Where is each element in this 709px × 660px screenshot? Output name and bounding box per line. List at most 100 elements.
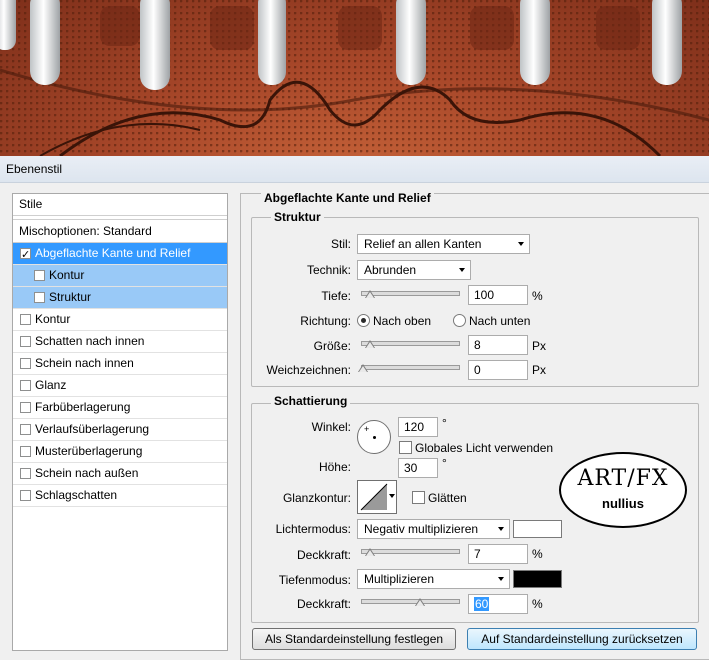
richtung-up-label: Nach oben [373, 314, 432, 328]
weich-label: Weichzeichnen: [266, 363, 352, 377]
style-checkbox[interactable] [34, 292, 45, 303]
tiefe-label: Tiefe: [321, 289, 351, 303]
checkmark-icon: ✓ [21, 249, 31, 261]
style-item[interactable]: ✓ Abgeflachte Kante und Relief [13, 243, 227, 265]
style-checkbox[interactable] [20, 424, 31, 435]
artifex-logo: ART/FX nullius [559, 452, 687, 528]
style-item[interactable]: Schein nach innen [13, 353, 227, 375]
winkel-input[interactable]: 120 [398, 417, 438, 437]
logo-text: ART/FX [577, 466, 669, 491]
angle-dial[interactable]: + [357, 420, 391, 454]
lichtermodus-label: Lichtermodus: [275, 522, 351, 536]
style-item[interactable]: Verlaufsüberlagerung [13, 419, 227, 441]
style-item[interactable]: Struktur [13, 287, 227, 309]
weich-slider[interactable] [358, 364, 460, 372]
struktur-title: Struktur [271, 210, 324, 224]
style-item[interactable]: Glanz [13, 375, 227, 397]
style-item[interactable]: Farbüberlagerung [13, 397, 227, 419]
highlight-color-swatch[interactable] [513, 520, 562, 538]
slider-thumb[interactable] [365, 290, 375, 298]
richtung-down-radio[interactable] [453, 314, 466, 327]
blending-options-item[interactable]: Mischoptionen: Standard [13, 219, 227, 243]
groesse-slider[interactable] [361, 340, 460, 348]
stil-select[interactable]: Relief an allen Kanten [357, 234, 530, 254]
style-item[interactable]: Kontur [13, 309, 227, 331]
style-item-label: Schein nach innen [35, 356, 134, 370]
winkel-label: Winkel: [311, 420, 351, 434]
lichtermodus-select[interactable]: Negativ multiplizieren [357, 519, 510, 539]
style-checkbox[interactable] [34, 270, 45, 281]
style-checkbox[interactable] [20, 380, 31, 391]
global-light-checkbox[interactable] [399, 441, 412, 454]
deckkraft2-value: 60 [474, 597, 490, 611]
deckkraft2-label: Deckkraft: [296, 597, 351, 611]
gloss-contour-picker[interactable] [357, 480, 397, 514]
styles-list: ✓ Abgeflachte Kante und Relief Kontur Struk… [13, 243, 227, 507]
deckkraft1-input[interactable]: 7 [468, 544, 528, 564]
richtung-label: Richtung: [300, 314, 351, 328]
style-item-label: Verlaufsüberlagerung [35, 422, 150, 436]
dialog-titlebar: Ebenenstil [0, 156, 709, 183]
tiefe-unit: % [532, 289, 543, 303]
style-item-label: Schein nach außen [35, 466, 139, 480]
slider-thumb[interactable] [415, 598, 425, 606]
style-checkbox[interactable] [20, 490, 31, 501]
style-checkbox[interactable] [20, 446, 31, 457]
style-checkbox[interactable]: ✓ [20, 248, 31, 261]
technik-select[interactable]: Abrunden [357, 260, 471, 280]
hoehe-input[interactable]: 30 [398, 458, 438, 478]
hoehe-unit: ° [442, 456, 447, 470]
richtung-up-radio[interactable] [357, 314, 370, 327]
tiefenmodus-label: Tiefenmodus: [278, 573, 351, 587]
weich-unit: Px [532, 363, 547, 377]
shadow-color-swatch[interactable] [513, 570, 562, 588]
slider-thumb[interactable] [358, 364, 368, 372]
tiefe-input[interactable]: 100 [468, 285, 528, 305]
tiefenmodus-value: Multiplizieren [364, 572, 435, 586]
style-item[interactable]: Musterüberlagerung [13, 441, 227, 463]
style-checkbox[interactable] [20, 468, 31, 479]
chevron-down-icon [459, 268, 465, 272]
groesse-input[interactable]: 8 [468, 335, 528, 355]
weich-input[interactable]: 0 [468, 360, 528, 380]
glaetten-label: Glätten [428, 491, 467, 505]
style-item-label: Struktur [49, 290, 92, 304]
glaetten-checkbox[interactable] [412, 491, 425, 504]
style-checkbox[interactable] [20, 336, 31, 347]
slider-thumb[interactable] [365, 340, 375, 348]
tiefe-slider[interactable] [361, 290, 460, 298]
set-default-button[interactable]: Als Standardeinstellung festlegen [252, 628, 456, 650]
winkel-unit: ° [442, 416, 447, 430]
lichtermodus-value: Negativ multiplizieren [364, 522, 479, 536]
deckkraft2-input[interactable]: 60 [468, 594, 528, 614]
style-item[interactable]: Schatten nach innen [13, 331, 227, 353]
football-banner-image [0, 0, 709, 156]
style-item[interactable]: Schein nach außen [13, 463, 227, 485]
styles-header[interactable]: Stile [13, 194, 227, 216]
logo-subtext: nullius [602, 496, 644, 511]
deckkraft2-slider[interactable] [361, 598, 460, 606]
style-item[interactable]: Kontur [13, 265, 227, 287]
dialog-title: Ebenenstil [6, 162, 63, 176]
styles-list-panel: Stile Mischoptionen: Standard ✓ Abgeflach… [12, 193, 228, 651]
style-checkbox[interactable] [20, 314, 31, 325]
style-checkbox[interactable] [20, 402, 31, 413]
bevel-emboss-settings: Abgeflachte Kante und Relief Struktur St… [240, 191, 709, 660]
reset-default-button[interactable]: Auf Standardeinstellung zurücksetzen [467, 628, 697, 650]
style-item[interactable]: Schlagschatten [13, 485, 227, 507]
chevron-down-icon [498, 577, 504, 581]
schattierung-title: Schattierung [271, 394, 351, 408]
tiefenmodus-select[interactable]: Multiplizieren [357, 569, 510, 589]
style-item-label: Schlagschatten [35, 488, 118, 502]
football-laces-graphic [0, 0, 709, 156]
deckkraft2-unit: % [532, 597, 543, 611]
contour-preview-icon [360, 483, 388, 511]
slider-thumb[interactable] [365, 548, 375, 556]
style-item-label: Kontur [49, 268, 85, 282]
style-checkbox[interactable] [20, 358, 31, 369]
deckkraft1-slider[interactable] [361, 548, 460, 556]
deckkraft1-label: Deckkraft: [296, 548, 351, 562]
deckkraft1-unit: % [532, 547, 543, 561]
technik-value: Abrunden [364, 263, 417, 277]
dial-center [373, 436, 376, 439]
